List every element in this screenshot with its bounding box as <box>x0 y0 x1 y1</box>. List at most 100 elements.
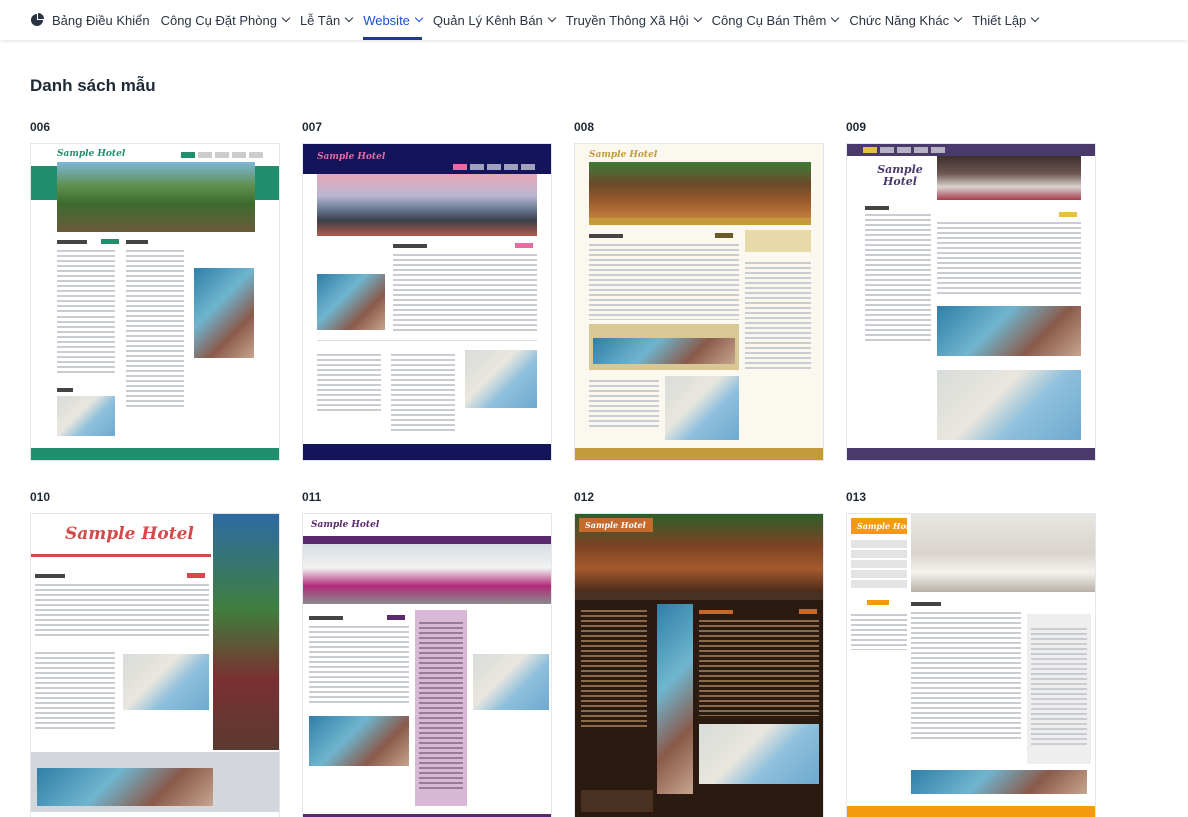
map-image <box>465 350 537 408</box>
photo-grid <box>194 268 254 358</box>
template-thumbnail[interactable]: Sample Hotel <box>30 513 280 817</box>
template-code: 011 <box>302 490 322 504</box>
map-image <box>473 654 549 710</box>
template-card[interactable]: 008 Sample Hotel <box>574 120 824 461</box>
heading-bar <box>126 240 148 244</box>
text-block <box>317 354 381 414</box>
template-code: 007 <box>302 120 323 134</box>
nav-label: Website <box>363 12 410 28</box>
template-card[interactable]: 011 Sample Hotel <box>302 490 552 817</box>
template-card[interactable]: 007 Sample Hotel <box>302 120 552 461</box>
template-thumbnail[interactable]: Sample Hotel <box>574 513 824 817</box>
hero-image <box>937 156 1081 200</box>
hero-image <box>589 162 811 218</box>
template-logo: Sample Hotel <box>877 163 923 188</box>
text-block <box>35 584 209 636</box>
template-thumbnail[interactable]: Sample Hotel <box>574 143 824 461</box>
template-card[interactable]: 009 Sample Hotel <box>846 120 1096 461</box>
nav-website[interactable]: Website <box>363 0 424 40</box>
chevron-down-icon <box>953 13 963 23</box>
nav-dashboard[interactable]: Bảng Điều Khiển <box>30 0 150 40</box>
top-navigation: Bảng Điều Khiển Công Cụ Đặt Phòng Lễ Tân… <box>0 0 1188 40</box>
text-block <box>589 380 659 430</box>
map-image <box>937 370 1081 440</box>
chevron-down-icon <box>1031 13 1040 23</box>
chevron-down-icon <box>693 13 702 23</box>
template-footer <box>847 448 1095 460</box>
nav-label: Công Cụ Đặt Phòng <box>160 12 277 28</box>
template-button <box>867 600 889 605</box>
nav-label: Thiết Lập <box>972 12 1027 28</box>
photo-column <box>657 604 693 794</box>
hero-image <box>213 514 279 750</box>
template-card[interactable]: 013 Sample Hotel <box>846 490 1096 817</box>
search-box <box>745 230 811 252</box>
nav-channel-manager[interactable]: Quản Lý Kênh Bán <box>432 0 557 40</box>
template-code: 009 <box>846 120 867 134</box>
nav-social-media[interactable]: Truyền Thông Xã Hội <box>565 0 702 40</box>
template-button <box>715 233 733 238</box>
nav-upsell-tools[interactable]: Công Cụ Bán Thêm <box>711 0 840 40</box>
nav-band <box>575 592 823 600</box>
nav-settings[interactable]: Thiết Lập <box>972 0 1040 40</box>
template-card[interactable]: 006 Sample Hotel <box>30 120 280 461</box>
template-card[interactable]: 012 Sample Hotel <box>574 490 824 817</box>
text-block <box>589 244 739 320</box>
template-nav-strip <box>181 152 263 158</box>
chevron-down-icon <box>547 13 557 23</box>
nav-label: Lễ Tân <box>299 12 341 28</box>
photo-grid <box>911 770 1087 794</box>
header-band <box>303 536 551 544</box>
nav-label: Công Cụ Bán Thêm <box>711 12 827 28</box>
heading-bar <box>57 388 73 392</box>
text-block <box>745 262 811 372</box>
template-logo: Sample Hotel <box>65 524 194 544</box>
text-block <box>1031 628 1087 748</box>
template-thumbnail[interactable]: Sample Hotel <box>846 513 1096 817</box>
photo-grid <box>317 274 385 330</box>
hero-image <box>911 514 1095 592</box>
template-logo: Sample Hotel <box>317 152 386 162</box>
map-image <box>699 724 819 784</box>
template-logo: Sample Hotel <box>589 150 658 160</box>
text-block <box>35 652 115 732</box>
text-block <box>851 614 907 650</box>
dashboard-icon <box>31 13 44 26</box>
template-footer <box>575 448 823 460</box>
text-block <box>57 250 115 312</box>
text-block <box>937 222 1081 296</box>
header-band <box>589 218 811 225</box>
photo-grid <box>309 716 409 766</box>
template-logo: Sample Hotel <box>585 520 646 530</box>
nav-front-desk[interactable]: Lễ Tân <box>299 0 354 40</box>
heading-bar <box>57 240 87 244</box>
sidebar-menu <box>851 540 907 588</box>
template-thumbnail[interactable]: Sample Hotel <box>30 143 280 461</box>
nav-other-functions[interactable]: Chức Năng Khác <box>849 0 963 40</box>
template-thumbnail[interactable]: Sample Hotel <box>302 143 552 461</box>
template-logo: Sample Hotel <box>57 149 126 159</box>
weather-box <box>581 790 653 812</box>
divider <box>317 340 537 341</box>
heading-bar <box>865 206 889 210</box>
heading-bar <box>911 602 941 606</box>
template-code: 013 <box>846 490 867 504</box>
heading-bar <box>699 610 733 614</box>
text-block <box>581 610 647 730</box>
heading-bar <box>309 616 343 620</box>
heading-bar <box>393 244 427 248</box>
text-block <box>57 316 115 376</box>
map-image <box>123 654 209 710</box>
hero-image <box>303 544 551 604</box>
template-card[interactable]: 010 Sample Hotel <box>30 490 280 817</box>
heading-bar <box>35 574 65 578</box>
hero-image <box>317 174 537 236</box>
template-thumbnail[interactable]: Sample Hotel <box>302 513 552 817</box>
map-image <box>57 396 115 436</box>
nav-label: Chức Năng Khác <box>849 12 950 28</box>
nav-label: Quản Lý Kênh Bán <box>432 12 543 28</box>
map-image <box>665 376 739 440</box>
nav-booking-tools[interactable]: Công Cụ Đặt Phòng <box>160 0 291 40</box>
nav-label: Truyền Thông Xã Hội <box>565 12 689 28</box>
template-thumbnail[interactable]: Sample Hotel <box>846 143 1096 461</box>
